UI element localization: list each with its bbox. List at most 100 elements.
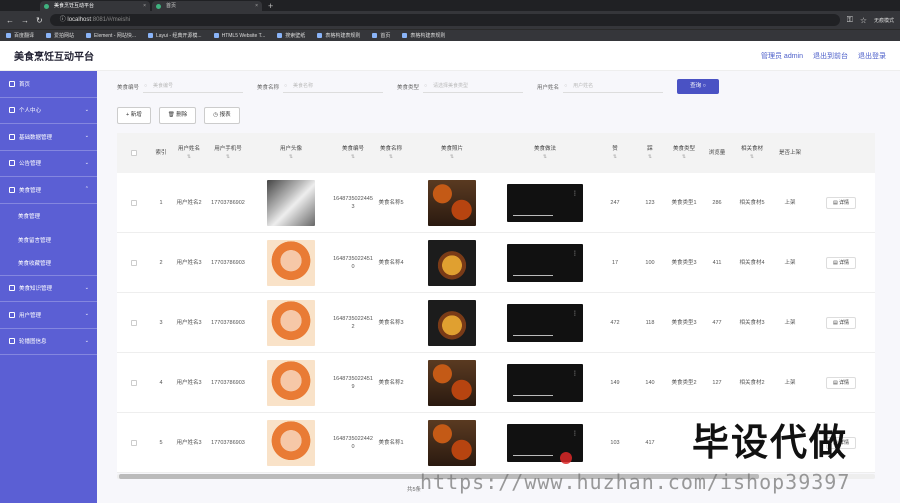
sidebar-sub-food-manage[interactable]: 美食管理	[0, 204, 97, 228]
column-header[interactable]: 是否上架	[773, 133, 807, 173]
more-icon[interactable]: ⋮	[572, 250, 578, 258]
column-header[interactable]: 美食照片 ⇅	[409, 133, 495, 173]
sort-icon[interactable]: ⇅	[351, 153, 355, 161]
add-button[interactable]: + 新增	[117, 107, 151, 124]
more-icon[interactable]: ⋮	[572, 190, 578, 198]
detail-button[interactable]: ▤ 详情	[825, 316, 857, 329]
incognito-badge[interactable]: 无痕模式	[874, 17, 894, 24]
detail-button[interactable]: ▤ 详情	[825, 376, 857, 389]
checkbox[interactable]	[131, 150, 137, 156]
bookmark[interactable]: 爱拍网站	[46, 32, 74, 39]
sidebar-sub-food-favorites[interactable]: 美食收藏管理	[0, 252, 97, 276]
bookmark[interactable]: Element - 网站快...	[86, 32, 136, 39]
bookmark[interactable]: 搜索壁纸	[277, 32, 305, 39]
sidebar-item-carousel[interactable]: 轮播图信息 ⌄	[0, 329, 97, 355]
back-icon[interactable]: ←	[6, 16, 14, 25]
logout-link[interactable]: 退出登录	[858, 51, 886, 61]
video-progress[interactable]	[513, 214, 553, 216]
column-header[interactable]: 用户头像 ⇅	[249, 133, 333, 173]
recipe-video[interactable]: ⋮	[507, 183, 583, 222]
sort-icon[interactable]: ⇅	[187, 153, 191, 161]
row-checkbox[interactable]	[131, 439, 137, 446]
sort-icon[interactable]: ⇅	[613, 153, 617, 161]
select-all-checkbox[interactable]	[117, 133, 151, 173]
more-icon[interactable]: ⋮	[572, 310, 578, 318]
recipe-video[interactable]: ⋮	[507, 243, 583, 282]
bookmark[interactable]: 首页	[372, 32, 390, 39]
column-header[interactable]: 相关食材 ⇅	[731, 133, 773, 173]
sidebar-item-home[interactable]: 首页	[0, 71, 97, 98]
row-checkbox[interactable]	[131, 379, 137, 386]
sidebar-sub-food-comments[interactable]: 美食留言管理	[0, 228, 97, 252]
column-header[interactable]: 美食类型 ⇅	[665, 133, 703, 173]
more-icon[interactable]: ⋮	[572, 430, 578, 438]
close-tab-icon[interactable]: ×	[255, 1, 258, 11]
sort-icon[interactable]: ⇅	[450, 153, 454, 161]
delete-button[interactable]: 🗑 删除	[158, 107, 197, 124]
video-progress[interactable]	[513, 274, 553, 276]
sidebar-item-food[interactable]: 美食管理 ⌃	[0, 177, 97, 204]
video-progress[interactable]	[513, 454, 553, 456]
detail-button[interactable]: ▤ 详情	[825, 196, 857, 209]
column-header[interactable]: 美食做法 ⇅	[495, 133, 595, 173]
to-frontend-link[interactable]: 退出到前台	[813, 51, 848, 61]
bookmark[interactable]: 百度翻译	[6, 32, 34, 39]
column-header[interactable]: 浏览量	[703, 133, 731, 173]
table-cell: 用户姓名3	[176, 259, 202, 266]
sidebar-item-knowledge[interactable]: 美食知识管理 ⌄	[0, 276, 97, 302]
sort-icon[interactable]: ⇅	[750, 153, 754, 161]
video-progress[interactable]	[513, 334, 553, 336]
sidebar-item-users[interactable]: 用户管理 ⌄	[0, 302, 97, 329]
bookmark[interactable]: 表格构建表规则	[317, 32, 360, 39]
sidebar-item-profile[interactable]: 个人中心 ⌄	[0, 98, 97, 124]
table-cell: 用户姓名2	[176, 199, 202, 206]
user-name-input[interactable]: 用户姓名	[563, 80, 664, 93]
row-checkbox[interactable]	[131, 319, 137, 326]
food-type-select[interactable]: 请选择美食类型	[423, 80, 524, 93]
sort-icon[interactable]: ⇅	[289, 153, 293, 161]
bookmark[interactable]: HTML5 Website T...	[213, 33, 265, 39]
sort-icon[interactable]: ⇅	[682, 153, 686, 161]
table-row[interactable]: 1 用户姓名2 17703786902 16487350224453 美食名称5 ⋮ 247…	[117, 173, 875, 233]
admin-link[interactable]: 管理员 admin	[761, 51, 803, 61]
video-progress[interactable]	[513, 394, 553, 396]
key-icon[interactable]: ⚿	[847, 15, 853, 25]
query-button[interactable]: 查询 ○	[677, 79, 720, 94]
bookmark[interactable]: 表格构建表规则	[402, 32, 445, 39]
column-header[interactable]: 美食名称 ⇅	[373, 133, 409, 173]
table-row[interactable]: 3 用户姓名3 17703786903 16487350224512 美食名称3 ⋮ 472…	[117, 293, 875, 353]
food-name-input[interactable]: 美食名称	[283, 80, 384, 93]
sort-icon[interactable]: ⇅	[543, 153, 547, 161]
row-checkbox[interactable]	[131, 199, 137, 206]
sidebar-item-base-data[interactable]: 基础数据管理 ⌄	[0, 124, 97, 151]
browser-tab-active[interactable]: 美食烹饪互动平台 ×	[40, 1, 150, 11]
column-header[interactable]: 踩 ⇅	[635, 133, 665, 173]
sort-icon[interactable]: ⇅	[226, 153, 230, 161]
new-tab-icon[interactable]: +	[268, 1, 273, 11]
address-bar[interactable]: ⓘ localhost:8081/#/meishi	[49, 14, 840, 26]
more-icon[interactable]: ⋮	[572, 370, 578, 378]
recipe-video[interactable]: ⋮	[507, 303, 583, 342]
bookmark[interactable]: Layui - 经典开源模...	[148, 32, 202, 39]
column-header[interactable]: 用户姓名 ⇅	[171, 133, 207, 173]
table-row[interactable]: 2 用户姓名3 17703786903 16487350224510 美食名称4 ⋮ 17 1…	[117, 233, 875, 293]
column-header[interactable]: 索引	[151, 133, 171, 173]
report-button[interactable]: ◷ 报表	[204, 107, 240, 124]
forward-icon[interactable]: →	[21, 16, 29, 25]
recipe-video[interactable]: ⋮	[507, 363, 583, 402]
reload-icon[interactable]: ↻	[36, 16, 43, 25]
star-icon[interactable]: ☆	[860, 16, 867, 25]
sort-icon[interactable]: ⇅	[648, 153, 652, 161]
sidebar-item-notice[interactable]: 公告管理 ⌄	[0, 151, 97, 177]
row-checkbox[interactable]	[131, 259, 137, 266]
close-tab-icon[interactable]: ×	[143, 1, 146, 11]
column-header[interactable]	[807, 133, 875, 173]
sort-icon[interactable]: ⇅	[389, 153, 393, 161]
column-header[interactable]: 赞 ⇅	[595, 133, 635, 173]
food-code-input[interactable]: 美食编号	[143, 80, 244, 93]
table-row[interactable]: 4 用户姓名3 17703786903 16487350224519 美食名称2 ⋮ 149…	[117, 353, 875, 413]
browser-tab[interactable]: 首页 ×	[152, 1, 262, 11]
column-header[interactable]: 美食编号 ⇅	[333, 133, 373, 173]
column-header[interactable]: 用户手机号 ⇅	[207, 133, 249, 173]
detail-button[interactable]: ▤ 详情	[825, 256, 857, 269]
